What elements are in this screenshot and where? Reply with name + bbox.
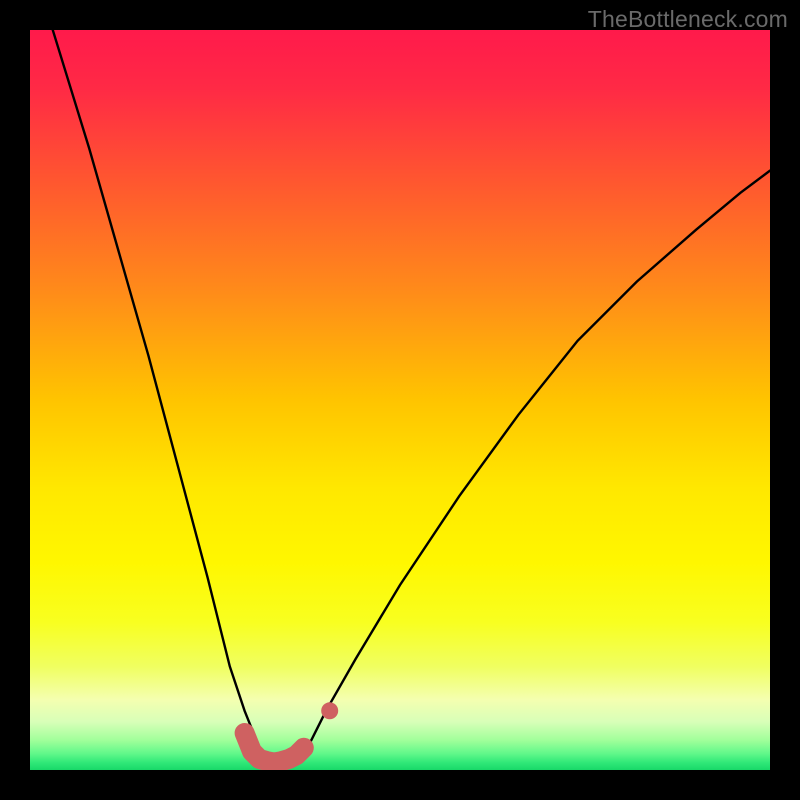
- watermark-label: TheBottleneck.com: [588, 6, 788, 33]
- plot-area: [30, 30, 770, 770]
- outer-frame: TheBottleneck.com: [0, 0, 800, 800]
- trough-highlight: [245, 733, 304, 763]
- trough-dot: [321, 702, 338, 719]
- bottleneck-curve: [30, 30, 770, 763]
- curve-layer: [30, 30, 770, 770]
